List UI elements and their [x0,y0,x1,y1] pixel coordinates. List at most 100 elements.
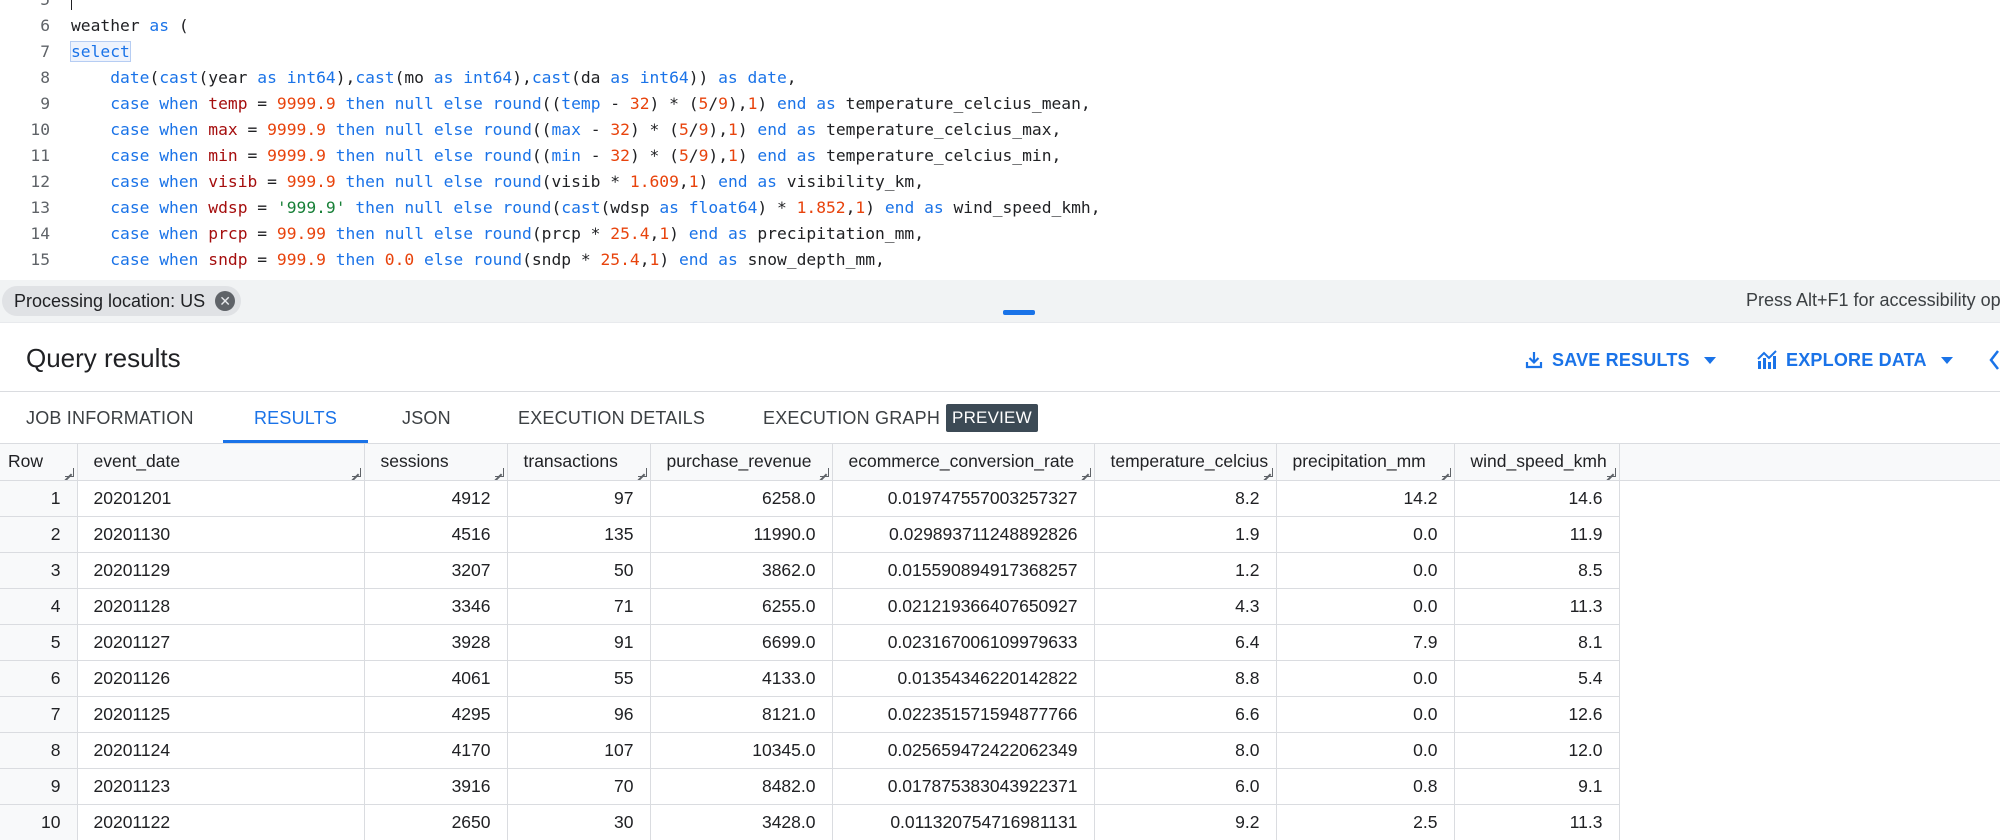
row-number-cell: 1 [0,480,78,517]
code-token: then [335,250,375,269]
code-token: 5 [678,146,689,165]
code-text: select [70,39,131,65]
column-header-event-date[interactable]: event_date [77,444,365,481]
column-header-label: purchase_revenue [666,451,812,472]
column-resize-icon[interactable] [1263,467,1273,477]
code-token: null [404,198,444,217]
column-header-transactions[interactable]: transactions [507,444,651,481]
column-header-row[interactable]: Row [0,444,78,481]
column-resize-icon[interactable] [351,467,361,477]
code-token: ), [708,120,728,139]
tab-execution-details[interactable]: EXECUTION DETAILS [518,392,705,444]
query-results-title: Query results [26,343,181,373]
code-line[interactable]: 13 case when wdsp = '999.9' then null el… [0,195,2000,221]
line-number: 6 [40,16,50,35]
column-header-purchase-revenue[interactable]: purchase_revenue [650,444,833,481]
code-line[interactable]: 10 case when max = 9999.9 then null else… [0,117,2000,143]
code-token: when [159,172,199,191]
row-number-cell: 8 [0,732,78,769]
table-row[interactable]: 4 20201128 3346 71 6255.0 0.02121936640765092… [0,588,1620,625]
code-line[interactable]: 12 case when visib = 999.9 then null els… [0,169,2000,195]
table-cell: 135 [507,516,651,553]
code-line[interactable]: 9 case when temp = 9999.9 then null else… [0,91,2000,117]
code-token: as [610,68,630,87]
resize-drag-handle[interactable] [1003,310,1035,315]
table-cell: 0.0 [1276,588,1455,625]
column-header-wind-speed-kmh[interactable]: wind_speed_kmh [1454,444,1620,481]
column-header-temperature-celcius[interactable]: temperature_celcius [1094,444,1277,481]
tab-job-information[interactable]: JOB INFORMATION [26,392,194,444]
explore-data-button[interactable]: EXPLORE DATA [1756,345,1953,375]
column-header-precipitation-mm[interactable]: precipitation_mm [1276,444,1455,481]
column-resize-icon[interactable] [637,467,647,477]
table-row[interactable]: 10 20201122 2650 30 3428.0 0.0113207547169811… [0,804,1620,840]
column-resize-icon[interactable] [494,467,504,477]
tab-execution-graph-label: EXECUTION GRAPH [763,407,941,428]
line-number: 13 [30,198,50,217]
code-line[interactable]: 15 case when sndp = 999.9 then 0.0 else … [0,247,2000,273]
sql-editor[interactable]: 5 6 weather as (7select8 date(cast(year as… [0,0,2000,280]
column-header-ecommerce-conversion-rate[interactable]: ecommerce_conversion_rate [832,444,1095,481]
active-tab-indicator [223,440,368,443]
code-token: round [492,172,542,191]
code-token: then [355,198,395,217]
table-row[interactable]: 7 20201125 4295 96 8121.0 0.02235157159487776… [0,696,1620,733]
column-resize-icon[interactable] [1441,467,1451,477]
table-row[interactable]: 2 20201130 4516 135 11990.0 0.029893711248892… [0,516,1620,553]
code-line[interactable]: 6 weather as ( [0,13,2000,39]
code-line[interactable]: 11 case when min = 9999.9 then null else… [0,143,2000,169]
tab-results[interactable]: RESULTS [224,392,367,444]
code-line[interactable]: 5 [0,0,2000,13]
table-row[interactable]: 9 20201123 3916 70 8482.0 0.01787538304392237… [0,768,1620,805]
processing-location-chip[interactable]: Processing location: US ✕ [2,286,242,316]
code-token: 999.9 [276,250,326,269]
row-number-cell: 4 [0,588,78,625]
table-row[interactable]: 1 20201201 4912 97 6258.0 0.01974755700325732… [0,480,1620,517]
table-cell: 8482.0 [650,768,833,805]
code-token: / [708,94,719,113]
table-row[interactable]: 5 20201127 3928 91 6699.0 0.02316700610997963… [0,624,1620,661]
code-text: weather as ( [71,13,189,39]
table-row[interactable]: 6 20201126 4061 55 4133.0 0.01354346220142822… [0,660,1620,697]
code-token: (( [531,120,552,139]
code-token: else [433,120,474,139]
code-token: temp [208,94,248,113]
tab-json[interactable]: JSON [402,392,451,444]
table-cell: 1.2 [1094,552,1277,589]
expand-icon[interactable] [1988,349,2000,371]
code-line[interactable]: 7 select [0,39,2000,65]
code-token: ), [708,146,728,165]
code-token: )) [688,68,719,87]
tab-execution-graph[interactable]: EXECUTION GRAPH PREVIEW [763,392,1038,444]
code-token: (( [541,94,562,113]
save-results-button[interactable]: SAVE RESULTS [1524,345,1716,375]
code-token: case [110,198,150,217]
column-header-sessions[interactable]: sessions [364,444,508,481]
table-row[interactable]: 8 20201124 4170 107 10345.0 0.025659472422062… [0,732,1620,769]
table-row[interactable]: 3 20201129 3207 50 3862.0 0.01559089491736825… [0,552,1620,589]
column-resize-icon[interactable] [1081,467,1091,477]
column-resize-icon[interactable] [1606,467,1616,477]
column-resize-icon[interactable] [819,467,829,477]
table-cell: 20201128 [77,588,365,625]
code-line[interactable]: 8 date(cast(year as int64),cast(mo as in… [0,65,2000,91]
code-token: visib [208,172,258,191]
column-resize-icon[interactable] [64,467,74,477]
table-cell: 96 [507,696,651,733]
code-token: end [718,172,748,191]
code-token: else [443,172,483,191]
code-token: ), [335,68,356,87]
code-token: visibility_km, [776,172,925,191]
close-icon[interactable]: ✕ [215,291,236,311]
code-line[interactable]: 14 case when prcp = 99.99 then null else… [0,221,2000,247]
chevron-down-icon [1940,356,1953,364]
